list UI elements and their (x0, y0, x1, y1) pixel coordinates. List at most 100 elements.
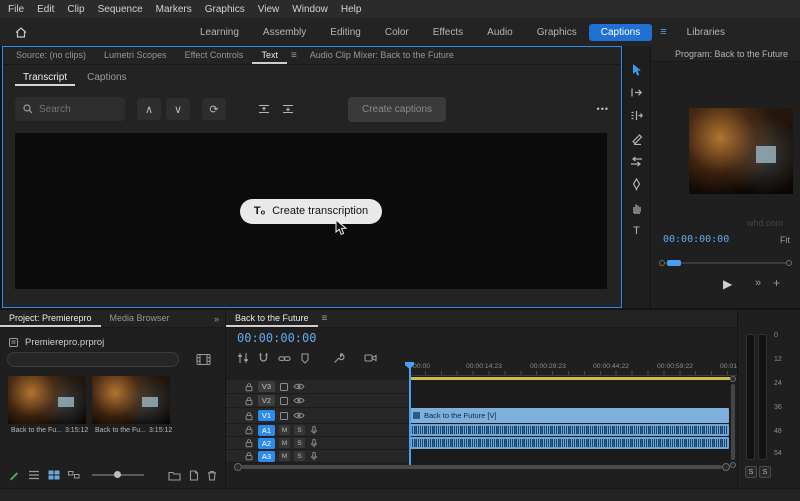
new-bin-icon[interactable] (168, 470, 181, 481)
add-marker-icon[interactable] (300, 352, 310, 364)
nest-toggle-icon[interactable] (237, 352, 249, 364)
workspace-tab-audio[interactable]: Audio (475, 24, 525, 41)
workspace-tab-learning[interactable]: Learning (188, 24, 251, 41)
list-view-icon[interactable] (28, 470, 40, 480)
mic-icon[interactable] (309, 451, 319, 462)
new-item-icon[interactable] (189, 469, 199, 481)
lock-icon[interactable] (244, 438, 254, 448)
linked-selection-icon[interactable] (278, 354, 291, 363)
track-badge-v2[interactable]: V2 (258, 395, 275, 406)
tab-text[interactable]: Text (252, 47, 287, 64)
mute-button[interactable]: M (279, 425, 290, 435)
selection-tool[interactable] (628, 62, 646, 77)
trash-icon[interactable] (207, 470, 217, 481)
thumbnail-zoom-slider[interactable] (92, 471, 144, 478)
workspace-tab-editing[interactable]: Editing (318, 24, 373, 41)
subtab-captions[interactable]: Captions (79, 69, 134, 86)
timeline-horizontal-scrollbar[interactable] (234, 463, 730, 471)
tab-sequence[interactable]: Back to the Future (226, 310, 318, 327)
zoom-level-select[interactable]: Fit (780, 235, 790, 245)
meter-solo-right-button[interactable]: S (759, 466, 771, 478)
sync-lock-icon[interactable] (279, 411, 289, 421)
button-overflow-icon[interactable]: » (755, 277, 761, 289)
timeline-settings-wrench-icon[interactable] (333, 352, 345, 364)
tab-lumetri-scopes[interactable]: Lumetri Scopes (95, 47, 176, 64)
merge-captions-up-icon[interactable] (252, 98, 276, 120)
menu-window[interactable]: Window (292, 4, 328, 15)
refresh-transcript-button[interactable]: ⟳ (202, 98, 226, 120)
timeline-timecode[interactable]: 00:00:00:00 (237, 331, 316, 345)
lock-icon[interactable] (244, 451, 254, 461)
track-badge-v3[interactable]: V3 (258, 381, 275, 392)
workspace-tab-graphics[interactable]: Graphics (525, 24, 589, 41)
freeform-view-icon[interactable] (68, 470, 80, 480)
menu-view[interactable]: View (258, 4, 280, 15)
hand-tool[interactable] (628, 200, 646, 215)
razor-tool[interactable] (628, 131, 646, 146)
mic-icon[interactable] (309, 425, 319, 436)
workspace-tab-effects[interactable]: Effects (421, 24, 475, 41)
zoom-slider-knob[interactable] (113, 471, 121, 478)
track-badge-a3[interactable]: A3 (258, 450, 275, 462)
program-panel-title[interactable]: Program: Back to the Future (651, 46, 800, 62)
hscroll-bar[interactable] (242, 465, 722, 469)
text-panel-menu-icon[interactable]: ≡ (287, 50, 301, 61)
camera-icon[interactable] (364, 353, 377, 363)
project-file-name[interactable]: Premierepro.prproj (25, 337, 104, 348)
program-scrubber[interactable] (659, 260, 792, 266)
timeline-ruler[interactable]: 00:00 00:00:14:23 00:00:29:23 00:00:44:2… (409, 362, 737, 376)
audio-clip-a1[interactable] (410, 424, 729, 436)
vscroll-bar[interactable] (731, 384, 735, 460)
film-icon[interactable] (196, 353, 211, 366)
solo-button[interactable]: S (294, 451, 305, 461)
home-icon[interactable] (10, 22, 32, 42)
vscroll-top-handle[interactable] (730, 376, 736, 382)
workspace-tab-color[interactable]: Color (373, 24, 421, 41)
sync-lock-icon[interactable] (279, 396, 289, 406)
video-clip-v1[interactable]: Back to the Future [V] (410, 408, 729, 423)
tab-media-browser[interactable]: Media Browser (101, 310, 179, 327)
workspace-tab-assembly[interactable]: Assembly (251, 24, 318, 41)
solo-button[interactable]: S (294, 438, 305, 448)
timeline-vertical-scrollbar[interactable] (730, 376, 736, 468)
zoom-handle-right[interactable] (722, 463, 730, 471)
eye-icon[interactable] (293, 396, 305, 405)
workspace-overflow-icon[interactable]: ≡ (652, 26, 674, 38)
clip-thumbnail[interactable] (92, 376, 170, 424)
project-clip-2[interactable]: Back to the Fu... 3:15:12 (92, 376, 172, 434)
menu-file[interactable]: File (8, 4, 24, 15)
panel-options-button[interactable]: ••• (597, 104, 609, 114)
pen-tool[interactable] (628, 177, 646, 192)
search-box[interactable] (15, 97, 125, 121)
eye-icon[interactable] (293, 411, 305, 420)
tab-project[interactable]: Project: Premierepro (0, 310, 101, 327)
workspace-tab-libraries[interactable]: Libraries (675, 24, 737, 41)
zoom-handle-left[interactable] (234, 463, 242, 471)
solo-button[interactable]: S (294, 425, 305, 435)
menu-help[interactable]: Help (341, 4, 362, 15)
lock-icon[interactable] (244, 382, 254, 392)
sync-lock-icon[interactable] (279, 382, 289, 392)
snap-magnet-icon[interactable] (258, 352, 269, 364)
scrub-right-handle[interactable] (786, 260, 792, 266)
lock-icon[interactable] (244, 396, 254, 406)
create-transcription-button[interactable]: Tₒ Create transcription (239, 198, 383, 224)
track-select-forward-tool[interactable] (628, 85, 646, 100)
subtab-transcript[interactable]: Transcript (15, 69, 75, 86)
menu-markers[interactable]: Markers (156, 4, 192, 15)
search-input[interactable] (39, 103, 109, 115)
project-filter-input[interactable] (7, 352, 179, 367)
create-captions-button[interactable]: Create captions (348, 96, 447, 122)
tab-audio-clip-mixer[interactable]: Audio Clip Mixer: Back to the Future (301, 47, 463, 64)
mic-icon[interactable] (309, 438, 319, 449)
slip-tool[interactable] (628, 154, 646, 169)
vscroll-bottom-handle[interactable] (730, 462, 736, 468)
track-badge-a1[interactable]: A1 (258, 424, 275, 436)
workspace-tab-captions[interactable]: Captions (588, 23, 653, 41)
lock-icon[interactable] (244, 425, 254, 435)
play-button[interactable]: ▶ (723, 277, 732, 291)
menu-sequence[interactable]: Sequence (98, 4, 143, 15)
tab-effect-controls[interactable]: Effect Controls (176, 47, 253, 64)
icon-view-icon[interactable] (48, 470, 60, 480)
project-clip-1[interactable]: Back to the Fu... 3:15:12 (8, 376, 88, 434)
